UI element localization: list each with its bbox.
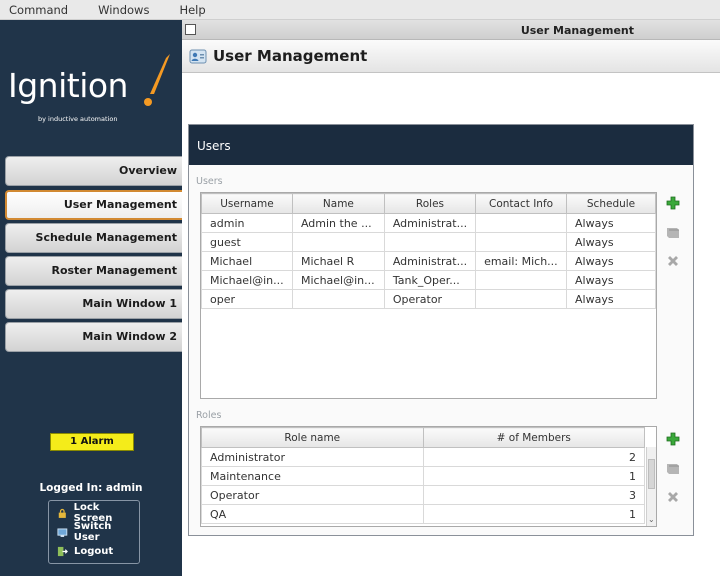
users-table-cell bbox=[291, 289, 385, 309]
roles-table-cell: 1 bbox=[422, 466, 646, 486]
roles-table-row[interactable]: Maintenance 1 bbox=[201, 466, 646, 486]
roles-table-cell: QA bbox=[201, 504, 424, 524]
menu-bar: Command Windows Help bbox=[0, 0, 720, 20]
users-column-header[interactable]: Contact Info bbox=[475, 193, 568, 214]
users-table-cell: Administrat... bbox=[383, 213, 477, 233]
lock-screen-button[interactable]: Lock Screen bbox=[57, 502, 139, 524]
users-table-cell: Michael bbox=[201, 251, 293, 271]
roles-column-header[interactable]: Role name bbox=[201, 427, 424, 448]
roles-scroll-thumb[interactable] bbox=[648, 459, 655, 489]
user-management-icon bbox=[189, 49, 207, 64]
nav-overview[interactable]: Overview bbox=[5, 156, 182, 186]
users-table-row[interactable]: Michael Michael R Administrat... email: Mic… bbox=[201, 251, 656, 271]
users-table-cell: Always bbox=[566, 270, 656, 290]
roles-table-row[interactable]: QA 1 bbox=[201, 504, 646, 524]
edit-role-icon[interactable] bbox=[666, 461, 680, 475]
users-table-cell bbox=[383, 232, 477, 252]
users-table-cell: email: Mich... bbox=[475, 251, 568, 271]
users-table-row[interactable]: guest Always bbox=[201, 232, 656, 252]
users-table-cell bbox=[475, 232, 568, 252]
logout-button[interactable]: Logout bbox=[57, 543, 113, 559]
logo-word: Ignition bbox=[8, 66, 128, 105]
users-table-cell: Always bbox=[566, 232, 656, 252]
users-table-cell: Admin the ... bbox=[291, 213, 385, 233]
roles-table-cell: Operator bbox=[201, 485, 424, 505]
alarm-badge[interactable]: 1 Alarm bbox=[50, 433, 134, 451]
users-table: Username Name Roles Contact Info Schedule ad… bbox=[200, 192, 657, 399]
roles-scrollbar[interactable]: ⌄ bbox=[646, 447, 656, 526]
roles-table-cell: 1 bbox=[422, 504, 646, 524]
users-table-cell: Administrat... bbox=[383, 251, 477, 271]
users-table-row[interactable]: admin Admin the ... Administrat... Always bbox=[201, 213, 656, 233]
users-column-header[interactable]: Schedule bbox=[566, 193, 656, 214]
users-table-cell: Always bbox=[566, 289, 656, 309]
logout-icon bbox=[57, 546, 68, 556]
users-table-cell: Michael@in... bbox=[201, 270, 293, 290]
users-table-cell bbox=[475, 289, 568, 309]
users-table-cell: Michael R bbox=[291, 251, 385, 271]
users-table-cell: oper bbox=[201, 289, 293, 309]
users-table-cell: Michael@in... bbox=[291, 270, 385, 290]
users-table-cell: Tank_Oper... bbox=[383, 270, 477, 290]
window-title-bar: User Management bbox=[182, 20, 720, 40]
menu-command[interactable]: Command bbox=[0, 3, 77, 17]
roles-table: Role name # of Members Administrator 2 Main… bbox=[200, 426, 657, 527]
page-title: User Management bbox=[213, 47, 368, 65]
users-table-cell: Always bbox=[566, 251, 656, 271]
roles-table-row[interactable]: Operator 3 bbox=[201, 485, 646, 505]
roles-table-row[interactable]: Administrator 2 bbox=[201, 447, 646, 467]
lock-icon bbox=[58, 508, 66, 518]
panel-title: Users bbox=[189, 125, 693, 165]
roles-table-cell: Maintenance bbox=[201, 466, 424, 486]
users-table-cell: guest bbox=[201, 232, 293, 252]
users-column-header[interactable]: Username bbox=[201, 193, 293, 214]
users-section-label: Users bbox=[196, 176, 223, 187]
nav-main-window-1[interactable]: Main Window 1 bbox=[5, 289, 182, 319]
switch-user-label: Switch User bbox=[73, 521, 112, 543]
nav-schedule-management[interactable]: Schedule Management bbox=[5, 223, 182, 253]
edit-user-icon[interactable] bbox=[666, 225, 680, 239]
logged-in-label: Logged In: admin bbox=[39, 482, 143, 494]
roles-table-cell: 2 bbox=[422, 447, 646, 467]
roles-column-header[interactable]: # of Members bbox=[422, 427, 646, 448]
users-table-cell bbox=[291, 232, 385, 252]
monitor-icon bbox=[57, 527, 68, 537]
users-table-row[interactable]: Michael@in... Michael@in... Tank_Oper... Al… bbox=[201, 270, 656, 290]
users-table-row[interactable]: oper Operator Always bbox=[201, 289, 656, 309]
roles-section-label: Roles bbox=[196, 410, 222, 421]
add-user-icon[interactable] bbox=[666, 196, 680, 210]
logo-subtitle: by inductive automation bbox=[38, 115, 118, 123]
users-table-cell: admin bbox=[201, 213, 293, 233]
users-column-header[interactable]: Roles bbox=[383, 193, 477, 214]
logo-swoosh-icon bbox=[144, 54, 170, 106]
page-header: User Management bbox=[182, 40, 720, 73]
users-table-cell bbox=[475, 213, 568, 233]
nav-roster-management[interactable]: Roster Management bbox=[5, 256, 182, 286]
menu-help[interactable]: Help bbox=[170, 3, 214, 17]
session-actions: Lock Screen Switch User Logout bbox=[48, 500, 140, 564]
delete-user-icon[interactable] bbox=[666, 254, 680, 268]
add-role-icon[interactable] bbox=[666, 432, 680, 446]
users-column-header[interactable]: Name bbox=[291, 193, 385, 214]
delete-role-icon[interactable] bbox=[666, 490, 680, 504]
switch-user-button[interactable]: Switch User bbox=[57, 521, 139, 543]
window-checkbox[interactable] bbox=[185, 24, 196, 35]
users-table-cell: Always bbox=[566, 213, 656, 233]
roles-table-cell: Administrator bbox=[201, 447, 424, 467]
scroll-down-icon[interactable]: ⌄ bbox=[648, 515, 655, 524]
users-table-cell bbox=[475, 270, 568, 290]
nav-main-window-2[interactable]: Main Window 2 bbox=[5, 322, 182, 352]
menu-windows[interactable]: Windows bbox=[89, 3, 158, 17]
users-table-cell: Operator bbox=[383, 289, 477, 309]
window-title: User Management bbox=[520, 24, 634, 37]
nav-user-management[interactable]: User Management bbox=[5, 190, 182, 220]
logout-label: Logout bbox=[74, 545, 114, 557]
ignition-logo: Ignition by inductive automation bbox=[8, 54, 178, 130]
roles-table-cell: 3 bbox=[422, 485, 646, 505]
